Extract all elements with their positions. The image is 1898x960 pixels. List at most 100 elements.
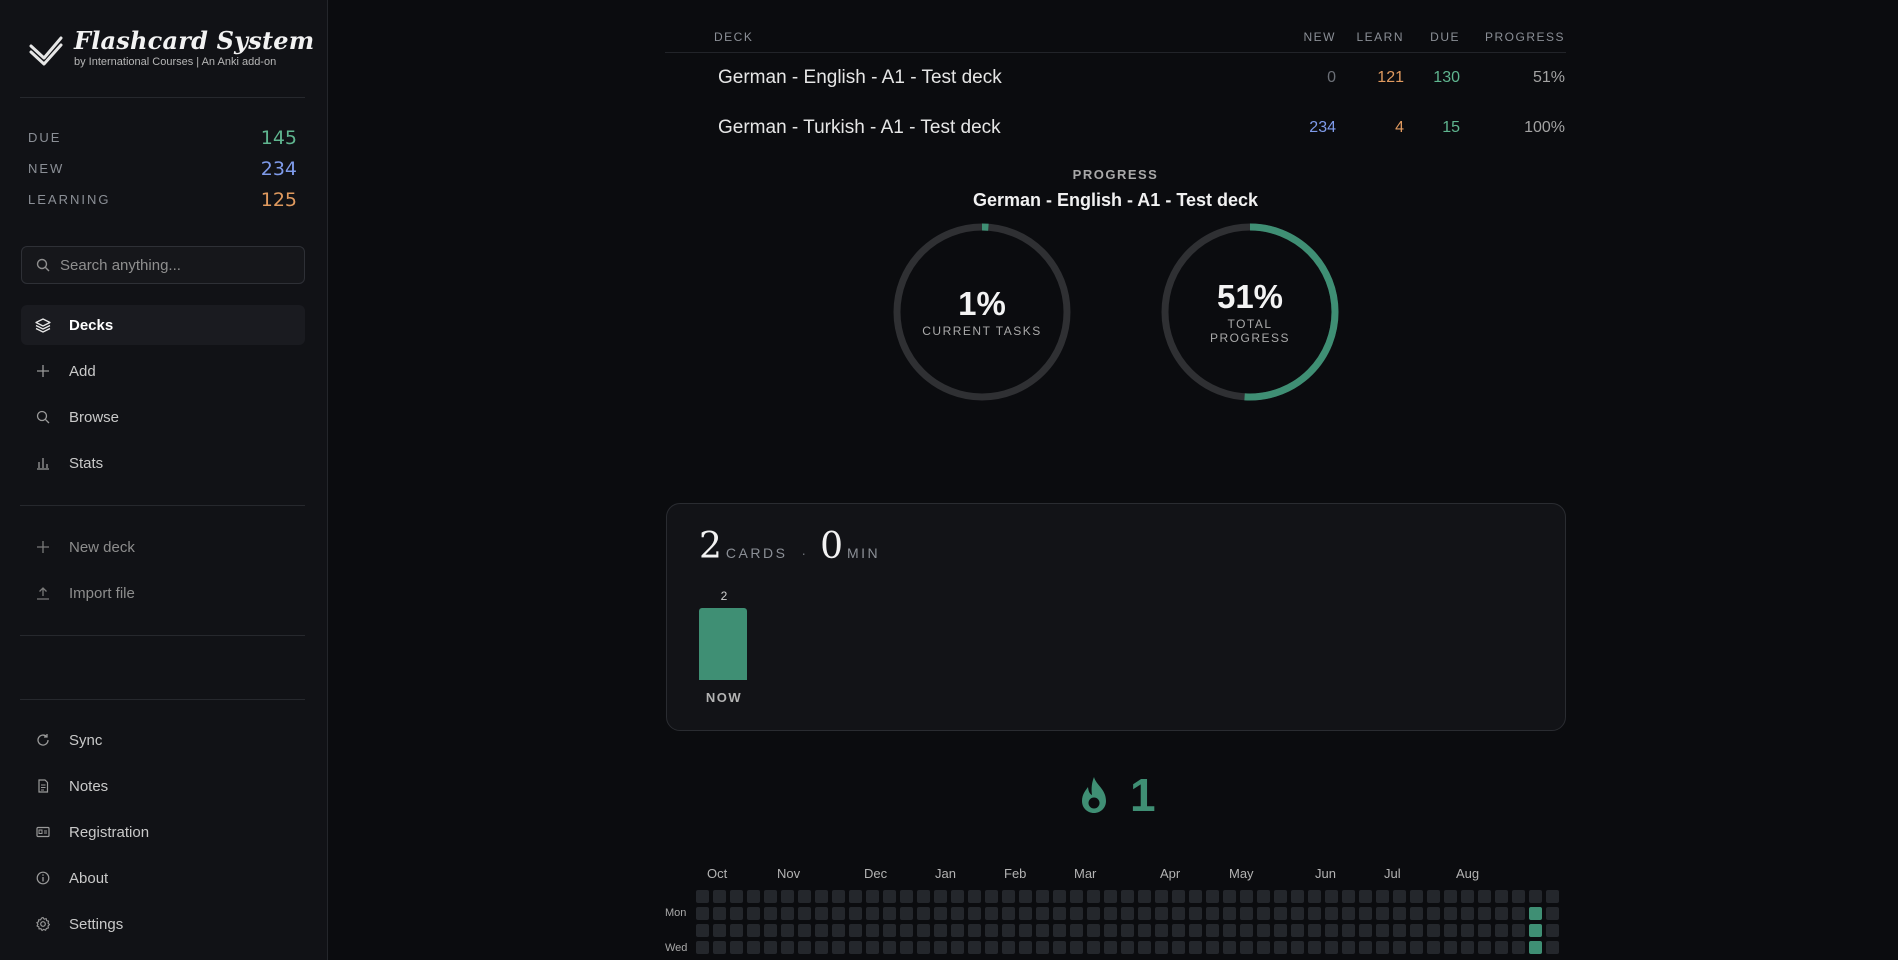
heatmap-cell[interactable] xyxy=(1478,924,1491,937)
heatmap-cell[interactable] xyxy=(1274,941,1287,954)
heatmap-cell[interactable] xyxy=(1291,890,1304,903)
heatmap-cell[interactable] xyxy=(1410,941,1423,954)
heatmap-cell[interactable] xyxy=(1444,890,1457,903)
new-deck-button[interactable]: New deck xyxy=(21,527,305,567)
heatmap-cell[interactable] xyxy=(815,924,828,937)
heatmap-cell[interactable] xyxy=(1189,941,1202,954)
heatmap-cell[interactable] xyxy=(883,924,896,937)
heatmap-cell[interactable] xyxy=(1393,890,1406,903)
heatmap-cell[interactable] xyxy=(900,890,913,903)
heatmap-cell[interactable] xyxy=(815,941,828,954)
heatmap-cell[interactable] xyxy=(764,924,777,937)
heatmap-cell[interactable] xyxy=(1308,941,1321,954)
heatmap-cell[interactable] xyxy=(1240,924,1253,937)
heatmap-cell[interactable] xyxy=(1376,924,1389,937)
heatmap-cell[interactable] xyxy=(1155,924,1168,937)
heatmap-cell[interactable] xyxy=(781,924,794,937)
heatmap-cell[interactable] xyxy=(713,924,726,937)
heatmap-cell[interactable] xyxy=(798,907,811,920)
heatmap-cell[interactable] xyxy=(1376,890,1389,903)
heatmap-cell[interactable] xyxy=(696,890,709,903)
heatmap-cell[interactable] xyxy=(1053,907,1066,920)
heatmap-cell[interactable] xyxy=(934,924,947,937)
forecast-bar[interactable] xyxy=(699,608,747,680)
heatmap-cell[interactable] xyxy=(832,924,845,937)
table-row[interactable]: German - English - A1 - Test deck 0 121 … xyxy=(665,53,1566,103)
heatmap-cell[interactable] xyxy=(1546,941,1559,954)
heatmap-cell[interactable] xyxy=(917,941,930,954)
heatmap-cell[interactable] xyxy=(1461,924,1474,937)
heatmap-cell[interactable] xyxy=(849,941,862,954)
heatmap-cell[interactable] xyxy=(1019,941,1032,954)
heatmap-cell[interactable] xyxy=(1342,907,1355,920)
sidebar-item-settings[interactable]: Settings xyxy=(21,904,305,944)
heatmap-cell[interactable] xyxy=(934,941,947,954)
heatmap-cell[interactable] xyxy=(968,924,981,937)
heatmap-cell[interactable] xyxy=(1172,941,1185,954)
heatmap-cell[interactable] xyxy=(1036,941,1049,954)
heatmap-cell[interactable] xyxy=(1087,890,1100,903)
sidebar-item-about[interactable]: About xyxy=(21,858,305,898)
heatmap-cell[interactable] xyxy=(1529,890,1542,903)
heatmap-cell[interactable] xyxy=(1444,907,1457,920)
heatmap-cell[interactable] xyxy=(1359,941,1372,954)
heatmap-cell[interactable] xyxy=(900,924,913,937)
heatmap-cell[interactable] xyxy=(798,941,811,954)
heatmap-cell[interactable] xyxy=(781,890,794,903)
heatmap-cell[interactable] xyxy=(1240,907,1253,920)
heatmap-cell[interactable] xyxy=(1393,924,1406,937)
heatmap-cell[interactable] xyxy=(1104,890,1117,903)
heatmap-cell[interactable] xyxy=(1376,907,1389,920)
heatmap-cell[interactable] xyxy=(747,941,760,954)
heatmap-cell[interactable] xyxy=(1019,890,1032,903)
heatmap-cell[interactable] xyxy=(1206,924,1219,937)
heatmap-cell[interactable] xyxy=(968,941,981,954)
heatmap-cell[interactable] xyxy=(951,941,964,954)
heatmap-cell[interactable] xyxy=(866,907,879,920)
heatmap-cell[interactable] xyxy=(883,907,896,920)
heatmap-cell[interactable] xyxy=(1036,907,1049,920)
heatmap-cell[interactable] xyxy=(1019,924,1032,937)
heatmap-cell[interactable] xyxy=(1478,890,1491,903)
heatmap-cell[interactable] xyxy=(1002,890,1015,903)
heatmap-cell[interactable] xyxy=(1070,941,1083,954)
heatmap-cell[interactable] xyxy=(917,890,930,903)
heatmap-cell[interactable] xyxy=(1257,907,1270,920)
heatmap-cell[interactable] xyxy=(883,890,896,903)
heatmap-cell[interactable] xyxy=(900,907,913,920)
heatmap-cell[interactable] xyxy=(1189,924,1202,937)
heatmap-cell[interactable] xyxy=(1053,924,1066,937)
heatmap-cell[interactable] xyxy=(1461,941,1474,954)
heatmap-cell[interactable] xyxy=(1274,890,1287,903)
heatmap-cell[interactable] xyxy=(1121,924,1134,937)
heatmap-cell[interactable] xyxy=(1274,907,1287,920)
heatmap-cell[interactable] xyxy=(1444,924,1457,937)
heatmap-cell[interactable] xyxy=(764,941,777,954)
heatmap-cell[interactable] xyxy=(1512,924,1525,937)
sidebar-item-notes[interactable]: Notes xyxy=(21,766,305,806)
heatmap-cell[interactable] xyxy=(798,890,811,903)
heatmap-cell[interactable] xyxy=(1393,907,1406,920)
heatmap-cell[interactable] xyxy=(985,924,998,937)
heatmap-cell[interactable] xyxy=(1104,941,1117,954)
heatmap-cell[interactable] xyxy=(1257,924,1270,937)
heatmap-cell[interactable] xyxy=(1138,924,1151,937)
heatmap-cell[interactable] xyxy=(1325,924,1338,937)
heatmap-cell[interactable] xyxy=(1495,941,1508,954)
import-file-button[interactable]: Import file xyxy=(21,573,305,613)
heatmap-cell[interactable] xyxy=(1529,941,1542,954)
heatmap-cell[interactable] xyxy=(1070,924,1083,937)
heatmap-cell[interactable] xyxy=(1495,924,1508,937)
heatmap-cell[interactable] xyxy=(951,890,964,903)
sidebar-item-sync[interactable]: Sync xyxy=(21,720,305,760)
heatmap-cell[interactable] xyxy=(1206,890,1219,903)
heatmap-cell[interactable] xyxy=(696,907,709,920)
heatmap-cell[interactable] xyxy=(1104,924,1117,937)
heatmap-cell[interactable] xyxy=(815,907,828,920)
heatmap-cell[interactable] xyxy=(1240,890,1253,903)
heatmap-cell[interactable] xyxy=(1257,890,1270,903)
heatmap-cell[interactable] xyxy=(866,924,879,937)
deck-name[interactable]: German - English - A1 - Test deck xyxy=(665,67,1286,89)
heatmap-cell[interactable] xyxy=(1172,890,1185,903)
heatmap-cell[interactable] xyxy=(883,941,896,954)
